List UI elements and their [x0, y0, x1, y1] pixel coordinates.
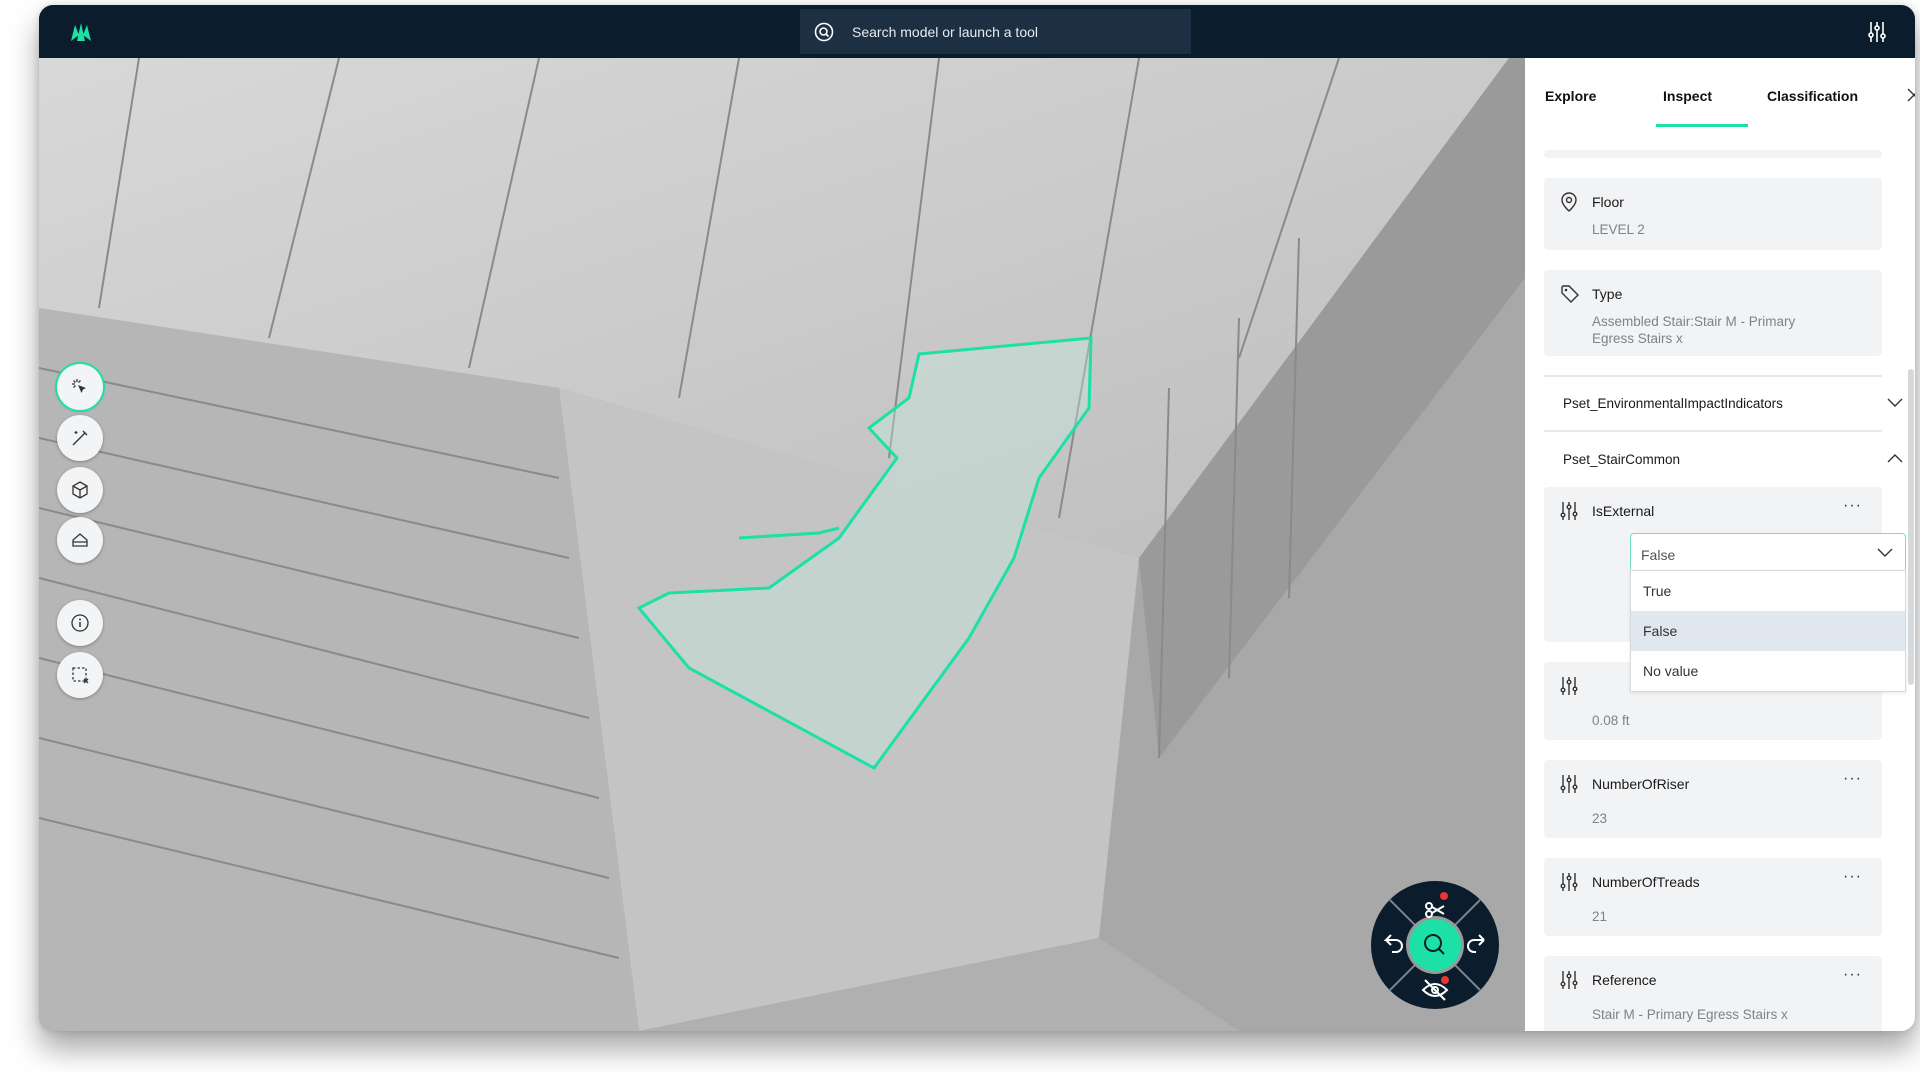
- type-label: Type: [1592, 286, 1623, 302]
- sliders-icon: [1560, 501, 1578, 526]
- search-icon: [814, 22, 834, 42]
- pset-label: Pset_EnvironmentalImpactIndicators: [1563, 396, 1783, 411]
- tab-classification[interactable]: Classification: [1767, 88, 1858, 104]
- more-options-button[interactable]: ···: [1843, 497, 1862, 515]
- floor-label: Floor: [1592, 194, 1624, 210]
- divider: [1544, 375, 1882, 377]
- more-options-button[interactable]: ···: [1843, 966, 1862, 984]
- box-select-icon: [72, 667, 89, 684]
- inspect-panel: Explore Inspect Classification Floor LEV…: [1525, 58, 1915, 1031]
- search-bar[interactable]: Search model or launch a tool: [800, 9, 1191, 54]
- type-card: Type Assembled Stair:Stair M - Primary E…: [1544, 270, 1882, 356]
- info-icon: [71, 614, 89, 632]
- treads-value: 21: [1592, 909, 1608, 924]
- property-value: 0.08 ft: [1592, 713, 1630, 728]
- measure-icon: [72, 430, 88, 446]
- panel-scrollbar[interactable]: [1908, 369, 1914, 685]
- sliders-icon: [1560, 872, 1578, 897]
- treads-label: NumberOfTreads: [1592, 874, 1700, 890]
- info-button[interactable]: [57, 600, 103, 646]
- app-window: Search model or launch a tool Explore In…: [39, 5, 1915, 1031]
- model-icon: [72, 481, 88, 499]
- pset-stair-common-header[interactable]: Pset_StairCommon: [1563, 452, 1903, 467]
- property-card-treads: NumberOfTreads ··· 21: [1544, 858, 1882, 936]
- type-value: Assembled Stair:Stair M - Primary Egress…: [1592, 314, 1796, 346]
- chevron-down-icon: [1877, 548, 1893, 557]
- active-tab-indicator: [1656, 124, 1748, 127]
- option-no-value[interactable]: No value: [1631, 651, 1905, 691]
- reference-value: Stair M - Primary Egress Stairs x: [1592, 1007, 1788, 1022]
- selected-value: False: [1641, 547, 1676, 563]
- riser-value: 23: [1592, 811, 1608, 826]
- floor-card: Floor LEVEL 2: [1544, 178, 1882, 250]
- search-icon[interactable]: [1409, 919, 1461, 971]
- reference-label: Reference: [1592, 972, 1657, 988]
- pset-environmental-header[interactable]: Pset_EnvironmentalImpactIndicators: [1563, 396, 1903, 411]
- select-icon: [72, 379, 86, 393]
- navigation-wheel[interactable]: [1370, 880, 1500, 1010]
- 3d-viewport[interactable]: [39, 58, 1525, 1031]
- partial-card: [1544, 150, 1882, 158]
- tag-icon: [1560, 284, 1580, 309]
- sliders-icon: [1560, 676, 1578, 701]
- isexternal-label: IsExternal: [1592, 503, 1655, 519]
- section-icon: [72, 533, 88, 547]
- search-placeholder: Search model or launch a tool: [852, 23, 1038, 40]
- tab-inspect[interactable]: Inspect: [1663, 88, 1712, 104]
- model-tool-button[interactable]: [57, 467, 103, 513]
- more-options-button[interactable]: ···: [1843, 868, 1862, 886]
- section-tool-button[interactable]: [57, 517, 103, 563]
- floor-value: LEVEL 2: [1592, 222, 1645, 237]
- measure-tool-button[interactable]: [57, 415, 103, 461]
- tab-explore[interactable]: Explore: [1545, 88, 1596, 104]
- building-model: [39, 58, 1525, 1031]
- sliders-icon: [1560, 774, 1578, 799]
- option-true[interactable]: True: [1631, 571, 1905, 611]
- divider: [1544, 430, 1882, 432]
- sliders-icon[interactable]: [1867, 21, 1887, 48]
- pset-label: Pset_StairCommon: [1563, 452, 1681, 467]
- top-bar: Search model or launch a tool: [39, 5, 1915, 58]
- chevron-down-icon: [1887, 398, 1903, 407]
- sliders-icon: [1560, 970, 1578, 995]
- select-tool-button[interactable]: [57, 364, 103, 410]
- location-pin-icon: [1560, 192, 1578, 217]
- property-card-riser: NumberOfRiser ··· 23: [1544, 760, 1882, 838]
- chevron-up-icon: [1887, 454, 1903, 463]
- riser-label: NumberOfRiser: [1592, 776, 1690, 792]
- property-card-reference: Reference ··· Stair M - Primary Egress S…: [1544, 956, 1882, 1031]
- logo-icon[interactable]: [69, 21, 93, 48]
- more-options-button[interactable]: ···: [1843, 770, 1862, 788]
- isexternal-select[interactable]: False: [1630, 533, 1906, 571]
- box-select-button[interactable]: [57, 652, 103, 698]
- option-false[interactable]: False: [1631, 611, 1905, 651]
- isexternal-dropdown: True False No value: [1630, 570, 1906, 692]
- close-icon[interactable]: [1907, 88, 1915, 107]
